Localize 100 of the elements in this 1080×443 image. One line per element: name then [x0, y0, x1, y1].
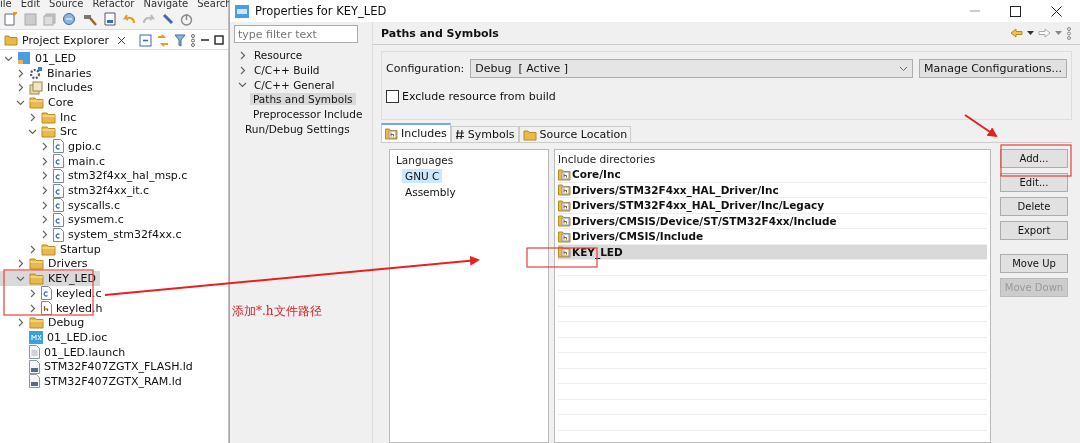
filter-icon[interactable]: [174, 33, 186, 47]
expand-chevron-icon[interactable]: [16, 259, 25, 269]
menu-item[interactable]: Refactor: [92, 0, 135, 9]
tab[interactable]: Includes: [381, 123, 451, 142]
annotation-text: 添加*.h文件路径: [232, 303, 322, 320]
menu-item[interactable]: Source: [49, 0, 84, 9]
tree-item[interactable]: Debug: [0, 315, 89, 331]
view-title[interactable]: Project Explorer: [22, 33, 109, 47]
expand-chevron-icon[interactable]: [28, 303, 37, 313]
tree-item[interactable]: stm32f4xx_hal_msp.c: [0, 168, 192, 184]
chevron-down-icon[interactable]: [899, 65, 908, 72]
tree-item[interactable]: sysmem.c: [0, 212, 128, 228]
expand-chevron-icon[interactable]: [16, 68, 25, 78]
caret-icon[interactable]: [1027, 31, 1034, 35]
tree-item[interactable]: Inc: [0, 109, 81, 125]
nav-item[interactable]: C/C++ Build: [251, 64, 323, 77]
tree-item[interactable]: stm32f4xx_it.c: [0, 183, 154, 198]
menu-item[interactable]: ile: [0, 0, 12, 9]
include-row[interactable]: Drivers/CMSIS/Include: [558, 229, 987, 245]
collapse-chevron-icon[interactable]: [16, 274, 25, 284]
action-button[interactable]: Export: [1000, 221, 1068, 240]
tree-item[interactable]: gpio.c: [0, 139, 106, 154]
nav-item[interactable]: Resource: [251, 49, 306, 62]
tree-item[interactable]: Binaries: [0, 65, 96, 81]
tree-item[interactable]: Src: [0, 124, 82, 140]
tree-item[interactable]: 01_LED.ioc: [0, 330, 112, 345]
expand-chevron-icon[interactable]: [28, 244, 37, 254]
expand-chevron-icon[interactable]: [28, 112, 37, 122]
tree-item[interactable]: syscalls.c: [0, 197, 125, 213]
configuration-dropdown[interactable]: Debug [ Active ]: [470, 59, 913, 78]
manage-configurations-button[interactable]: Manage Configurations...: [919, 59, 1067, 78]
expand-chevron-icon[interactable]: [238, 65, 247, 75]
expand-chevron-icon[interactable]: [16, 318, 25, 328]
tree-item[interactable]: Drivers: [0, 256, 92, 272]
tree-item[interactable]: keyled.c: [0, 286, 106, 301]
document-icon[interactable]: [104, 12, 116, 26]
menu-icon[interactable]: [190, 33, 196, 47]
expand-chevron-icon[interactable]: [40, 230, 49, 240]
include-row[interactable]: Core/Inc: [558, 167, 987, 183]
tree-item[interactable]: 01_LED: [0, 51, 81, 66]
action-button[interactable]: Move Up: [1000, 254, 1068, 273]
nav-item[interactable]: Preprocessor Include: [250, 108, 366, 121]
tree-item[interactable]: STM32F407ZGTX_RAM.ld: [0, 374, 186, 389]
folder-icon: [41, 125, 56, 139]
folder-icon: [41, 110, 56, 124]
power-icon[interactable]: [180, 12, 193, 26]
annotation-arrow: [964, 114, 998, 138]
tree-item[interactable]: keyled.h: [0, 300, 107, 316]
tree-item[interactable]: 01_LED.launch: [0, 344, 130, 360]
collapse-chevron-icon[interactable]: [238, 80, 247, 90]
tab[interactable]: Source Location: [518, 126, 632, 142]
expand-chevron-icon[interactable]: [40, 171, 49, 181]
tree-item[interactable]: KEY_LED: [0, 271, 100, 286]
menu-item[interactable]: Navigate: [143, 0, 189, 9]
include-row[interactable]: Drivers/STM32F4xx_HAL_Driver/Inc: [558, 182, 987, 198]
tree-item[interactable]: Core: [0, 95, 78, 110]
filter-field[interactable]: type filter text: [234, 25, 358, 43]
collapse-all-icon[interactable]: [139, 33, 152, 47]
folder-icon: [41, 242, 56, 256]
nav-item[interactable]: Paths and Symbols: [250, 93, 356, 106]
hash-icon: [454, 129, 465, 140]
tree-item[interactable]: STM32F407ZGTX_FLASH.ld: [0, 359, 197, 375]
language-item[interactable]: GNU C: [402, 169, 443, 183]
include-row[interactable]: Drivers/STM32F4xx_HAL_Driver/Inc/Legacy: [558, 198, 987, 214]
maximize-icon[interactable]: [214, 35, 224, 45]
action-button[interactable]: Add...: [1000, 149, 1068, 168]
nav-item[interactable]: C/C++ General: [251, 78, 338, 91]
expand-chevron-icon[interactable]: [40, 186, 49, 196]
expand-chevron-icon[interactable]: [40, 215, 49, 225]
action-button[interactable]: Delete: [1000, 197, 1068, 216]
folder-icon: [558, 245, 571, 259]
collapse-chevron-icon[interactable]: [28, 127, 37, 137]
close-icon[interactable]: [1051, 5, 1062, 17]
menu-icon[interactable]: [1066, 26, 1072, 40]
tree-item[interactable]: system_stm32f4xx.c: [0, 227, 186, 242]
checkbox-label[interactable]: Exclude resource from build: [402, 90, 556, 103]
close-icon[interactable]: [116, 35, 126, 45]
hammer-icon[interactable]: [82, 12, 98, 26]
expand-chevron-icon[interactable]: [16, 83, 25, 93]
tree-item[interactable]: Startup: [0, 241, 105, 257]
cube-icon: [29, 330, 43, 344]
file-icon: [53, 227, 64, 242]
language-item[interactable]: Assembly: [402, 185, 459, 199]
back-arrow-icon[interactable]: [1010, 28, 1023, 38]
tab[interactable]: Symbols: [450, 126, 519, 142]
folder-icon: [558, 214, 571, 228]
tree-item[interactable]: Includes: [0, 80, 97, 96]
expand-chevron-icon[interactable]: [40, 200, 49, 210]
expand-chevron-icon[interactable]: [238, 50, 247, 60]
expand-chevron-icon[interactable]: [40, 141, 49, 151]
folder-icon: [385, 127, 398, 140]
maximize-icon[interactable]: [1010, 5, 1021, 17]
checkbox[interactable]: [386, 90, 399, 103]
nav-item[interactable]: Run/Debug Settings: [242, 122, 353, 135]
menu-item[interactable]: Edit: [20, 0, 41, 9]
tree-item[interactable]: main.c: [0, 153, 110, 169]
file-icon: [29, 359, 40, 374]
include-row[interactable]: Drivers/CMSIS/Device/ST/STM32F4xx/Include: [558, 213, 987, 229]
expand-chevron-icon[interactable]: [40, 156, 49, 166]
expand-chevron-icon[interactable]: [28, 288, 37, 298]
